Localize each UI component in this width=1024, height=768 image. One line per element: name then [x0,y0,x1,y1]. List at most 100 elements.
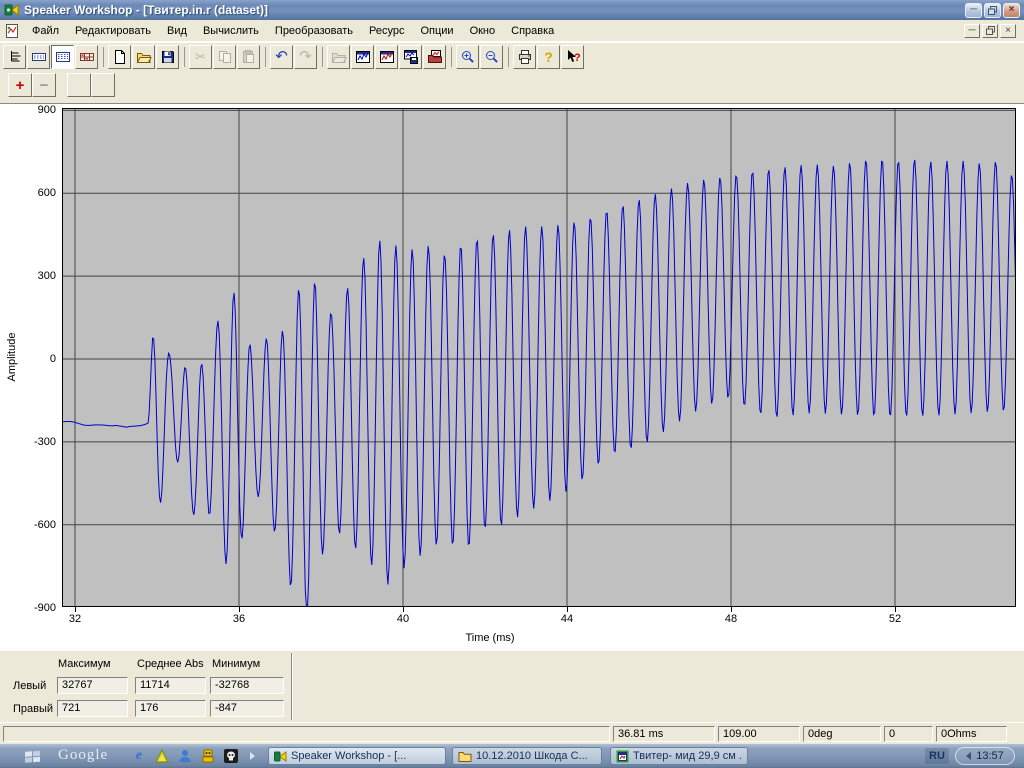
taskbar-task-0[interactable]: Speaker Workshop - [... [268,747,446,765]
stat-value-Правый-1: 176 [135,700,206,717]
status-bar: 36.81 ms109.000deg00Ohms [0,722,1024,744]
quick-launch-overflow-chevron-icon[interactable] [250,752,255,760]
y-tick-label: 600 [12,187,56,199]
stats-panel: МаксимумСреднее AbsМинимумЛевый327671171… [0,650,1024,722]
chart-window-red-button[interactable] [375,45,398,69]
dataset-document-icon[interactable] [4,23,20,39]
add-point-button[interactable]: + [8,73,32,97]
taskbar-task-2[interactable]: Твитер- мид 29,9 см ... [610,747,748,765]
x-tick-label: 52 [878,613,912,625]
chart-window-blue-button[interactable] [351,45,374,69]
chart-blue-icon [355,49,371,65]
task-label: 10.12.2010 Шкода С... [476,750,588,762]
chart-export-button[interactable] [423,45,446,69]
waveform-trace [63,160,1015,606]
ie-icon[interactable]: e [130,748,148,764]
chart-export-icon [427,49,443,65]
stat-header-0: Максимум [58,658,111,670]
tray-clock[interactable]: 13:57 [955,747,1015,765]
task-label: Speaker Workshop - [... [291,750,406,762]
paste-button [237,45,260,69]
dataset-view-button[interactable] [27,45,50,69]
dataset-view-icon [31,49,47,65]
chart-view-button[interactable] [51,45,74,69]
x-tick-mark [731,607,732,612]
svg-text:?: ? [574,52,581,64]
user-icon[interactable] [176,748,194,764]
main-toolbar: ✂↶↷?? [0,42,1024,70]
undo-button[interactable]: ↶ [270,45,293,69]
skull-icon[interactable] [222,748,240,764]
robot-icon[interactable] [199,748,217,764]
status-field-5: 0Ohms [936,726,1007,742]
minimize-button[interactable]: ─ [965,3,982,18]
stat-value-Правый-2: -847 [210,700,284,717]
menu-bar: ФайлРедактироватьВидВычислитьПреобразова… [0,20,1024,42]
zoom-in-button[interactable] [456,45,479,69]
waveform-svg [63,109,1015,606]
chart-save-button[interactable] [399,45,422,69]
folder-import-icon [331,49,347,65]
undo-icon: ↶ [275,49,288,64]
app-speaker-icon[interactable] [4,2,20,18]
copy-button [213,45,236,69]
toolbar-separator [180,45,189,69]
mdi-close-button[interactable]: × [1000,24,1016,38]
table-view-icon [79,49,95,65]
x-tick-mark [403,607,404,612]
print-icon [517,49,533,65]
stat-header-2: Минимум [212,658,260,670]
zoom-out-button[interactable] [480,45,503,69]
menu-item-0[interactable]: Файл [24,21,67,41]
remove-point-button[interactable]: − [32,73,56,97]
window-title: Speaker Workshop - [Твитер.in.r (dataset… [24,3,965,17]
copy-icon [217,49,233,65]
save-button[interactable] [156,45,179,69]
restore-button[interactable] [984,3,1001,18]
menu-item-2[interactable]: Вид [159,21,195,41]
menu-item-6[interactable]: Опции [412,21,461,41]
context-help-button[interactable]: ? [561,45,584,69]
stat-value-Левый-1: 11714 [135,677,206,694]
task-label: Твитер- мид 29,9 см ... [633,750,742,762]
status-field-3: 0deg [803,726,881,742]
tweeter-doc-icon [616,750,629,763]
chart-red-icon [379,49,395,65]
mdi-minimize-button[interactable]: ─ [964,24,980,38]
help-icon: ? [544,50,553,64]
taskbar-task-1[interactable]: 10.12.2010 Шкода С... [452,747,602,765]
menu-item-5[interactable]: Ресурс [361,21,412,41]
tray-collapse-icon[interactable] [966,752,971,760]
y-tick-label: 900 [12,104,56,116]
outline-view-button[interactable] [3,45,26,69]
open-button[interactable] [132,45,155,69]
menu-item-1[interactable]: Редактировать [67,21,159,41]
language-indicator[interactable]: RU [925,748,949,764]
status-field-1: 36.81 ms [613,726,715,742]
mdi-restore-button[interactable] [982,24,998,38]
x-tick-label: 32 [58,613,92,625]
open-folder-icon [136,49,152,65]
menu-item-3[interactable]: Вычислить [195,21,267,41]
table-view-button[interactable] [75,45,98,69]
menu-item-7[interactable]: Окно [462,21,504,41]
zoom-in-icon [460,49,476,65]
google-toolbar-logo[interactable]: Google [58,747,108,764]
speaker-icon [274,750,287,763]
blank-button-2 [91,73,115,97]
print-button[interactable] [513,45,536,69]
menu-item-4[interactable]: Преобразовать [267,21,361,41]
windows-start-flag-icon[interactable] [22,748,44,767]
toolbar-separator [261,45,270,69]
clock-text: 13:57 [976,750,1004,762]
zoom-out-icon [484,49,500,65]
limewire-icon[interactable] [153,748,171,764]
menu-item-8[interactable]: Справка [503,21,562,41]
new-button[interactable] [108,45,131,69]
stat-row-label-1: Правый [13,703,53,715]
y-tick-label: 0 [12,353,56,365]
help-button[interactable]: ? [537,45,560,69]
waveform-plot[interactable] [62,108,1016,607]
close-button[interactable]: × [1003,3,1020,18]
taskbar: Google e Speaker Workshop - [... 10.12.20… [0,744,1024,768]
